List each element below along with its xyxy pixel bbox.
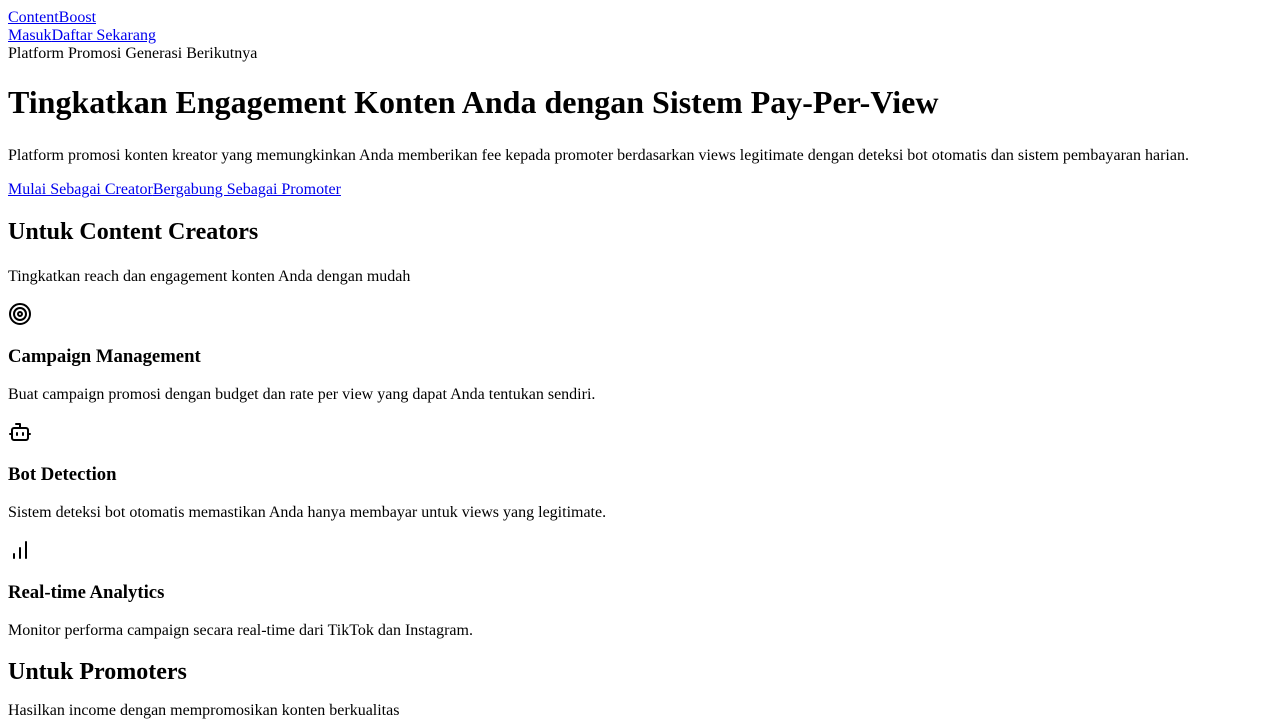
auth-links: MasukDaftar Sekarang [8, 27, 1272, 45]
top-nav: ContentBoost MasukDaftar Sekarang [8, 9, 1272, 45]
feature-title: Real-time Analytics [8, 582, 165, 603]
feature-title: Bot Detection [8, 464, 117, 485]
bar-chart-icon [8, 538, 32, 562]
feature-description: Buat campaign promosi dengan budget dan … [8, 386, 596, 403]
hero-title: Tingkatkan Engagement Konten Anda dengan… [8, 84, 939, 120]
signup-link[interactable]: Daftar Sekarang [52, 27, 156, 44]
feature-title: Campaign Management [8, 346, 201, 367]
hero-description: Platform promosi konten kreator yang mem… [8, 147, 1189, 164]
creators-subheading: Tingkatkan reach dan engagement konten A… [8, 268, 411, 285]
bot-icon [8, 420, 32, 444]
feature-campaign-management: Campaign Management Buat campaign promos… [8, 302, 1272, 404]
creators-heading: Untuk Content Creators [8, 219, 259, 245]
cta-creator-link[interactable]: Mulai Sebagai Creator [8, 181, 153, 198]
feature-bot-detection: Bot Detection Sistem deteksi bot otomati… [8, 420, 1272, 522]
promoters-heading: Untuk Promoters [8, 659, 187, 685]
login-link[interactable]: Masuk [8, 27, 52, 44]
creators-section: Untuk Content Creators Tingkatkan reach … [8, 218, 1272, 640]
page: ContentBoost MasukDaftar Sekarang Platfo… [0, 9, 1280, 720]
hero-badge: Platform Promosi Generasi Berikutnya [8, 45, 258, 62]
hero-section: Platform Promosi Generasi Berikutnya Tin… [8, 45, 1272, 199]
promoters-subheading: Hasilkan income dengan mempromosikan kon… [8, 702, 400, 719]
promoters-section: Untuk Promoters Hasilkan income dengan m… [8, 658, 1272, 720]
cta-promoter-link[interactable]: Bergabung Sebagai Promoter [153, 181, 341, 198]
feature-realtime-analytics: Real-time Analytics Monitor performa cam… [8, 538, 1272, 640]
feature-description: Monitor performa campaign secara real-ti… [8, 622, 473, 639]
hero-cta-row: Mulai Sebagai CreatorBergabung Sebagai P… [8, 181, 1272, 199]
brand-link[interactable]: ContentBoost [8, 9, 1272, 27]
feature-description: Sistem deteksi bot otomatis memastikan A… [8, 504, 607, 521]
target-icon [8, 302, 32, 326]
